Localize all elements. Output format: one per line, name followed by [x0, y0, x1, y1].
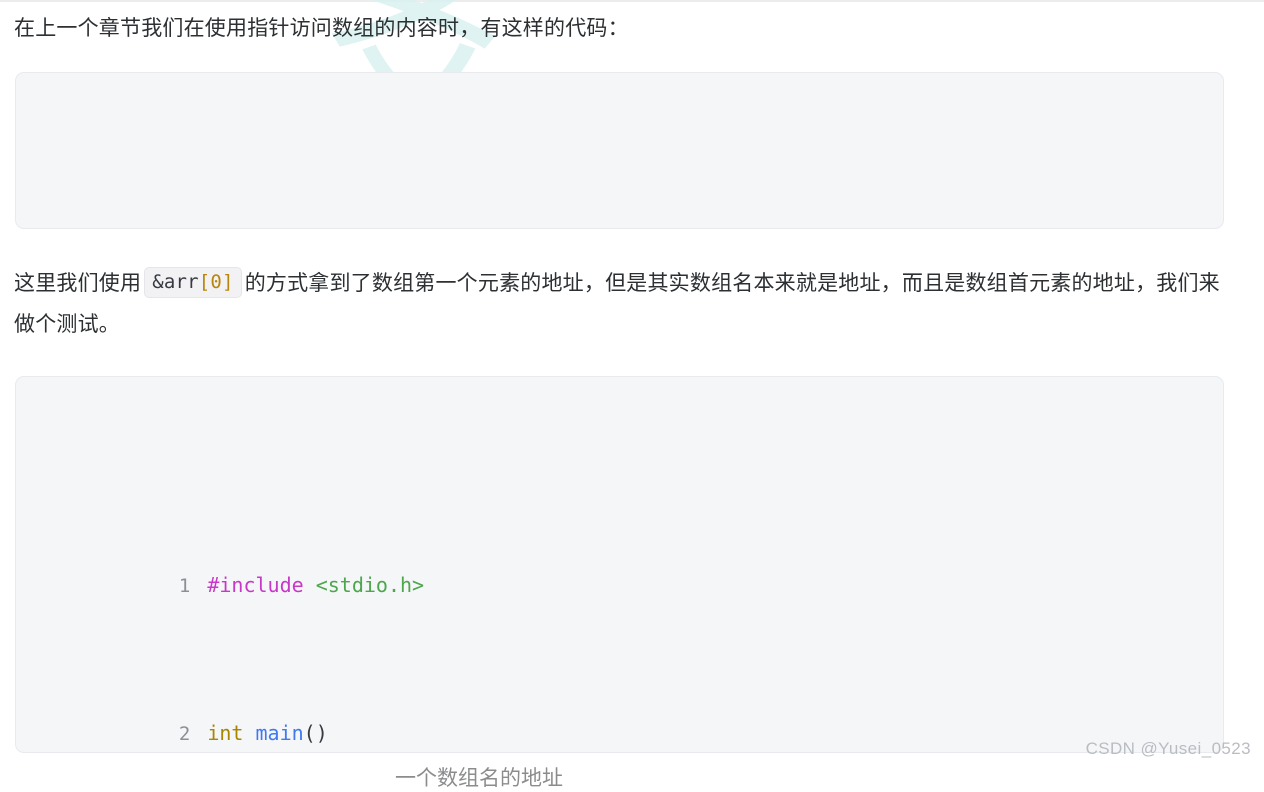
- code-line: 1 #include <stdio.h>: [16, 530, 1223, 597]
- clipped-following-paragraph: 一个数组名的地址: [395, 766, 563, 790]
- code-block-pointer-example: 1int arr[10] = {1,2,3,4,5,6,7,8,9,10}; 2…: [15, 72, 1224, 229]
- paragraph-explanation: 这里我们使用 &arr[0] 的方式拿到了数组第一个元素的地址，但是其实数组名本来就…: [14, 263, 1239, 345]
- code-lines-2: 1#include <stdio.h> 2int main() 3{ 4 int…: [16, 377, 1223, 752]
- top-divider: [0, 0, 1264, 2]
- inline-code-arr-address: &arr[0]: [144, 267, 242, 298]
- code-line: 2 int main(): [16, 678, 1223, 745]
- paragraph-intro: 在上一个章节我们在使用指针访问数组的内容时，有这样的代码：: [14, 16, 629, 40]
- code-lines-1: 1int arr[10] = {1,2,3,4,5,6,7,8,9,10}; 2…: [16, 73, 1223, 229]
- code-line-text: #include <stdio.h>: [207, 573, 425, 597]
- code-line: 1int arr[10] = {1,2,3,4,5,6,7,8,9,10};: [16, 228, 1223, 229]
- code-line-text: int main(): [207, 721, 328, 745]
- code-block-array-name-test: 1#include <stdio.h> 2int main() 3{ 4 int…: [15, 376, 1224, 753]
- paragraph-explanation-before: 这里我们使用: [14, 271, 142, 295]
- csdn-watermark: CSDN @Yusei_0523: [1085, 739, 1251, 758]
- line-number: 2: [178, 723, 191, 745]
- line-number: 1: [178, 575, 191, 597]
